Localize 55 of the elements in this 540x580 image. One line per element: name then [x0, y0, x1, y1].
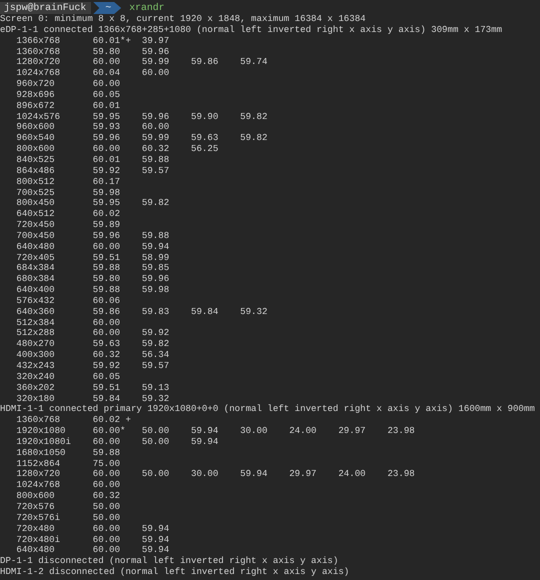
- mode-line: 720x480 60.00 59.94: [15, 524, 170, 534]
- mode-line: 320x240 60.05: [15, 372, 120, 383]
- mode-line: 928x696 60.05: [15, 90, 120, 101]
- mode-line: 960x540 59.96 59.99 59.63 59.82: [15, 133, 268, 144]
- prompt-user-host: jspw@brainFuck: [0, 2, 92, 14]
- mode-line: 1680x1050 59.88: [15, 448, 120, 459]
- mode-line: 1920x1080i 60.00 50.00 59.94: [15, 436, 218, 448]
- mode-line: 1360x768 59.80 59.96: [15, 46, 170, 58]
- prompt-path: ~: [93, 2, 122, 14]
- mode-line: 1920x1080 60.00* 50.00 59.94 30.00 24.00 29.97 23.98: [15, 426, 415, 437]
- mode-line: 1366x768 60.01*+ 39.97: [15, 36, 170, 47]
- mode-line: 800x600 60.32: [15, 491, 120, 502]
- mode-line: 864x486 59.92 59.57: [15, 166, 170, 177]
- mode-line: 432x243 59.92 59.57: [15, 361, 170, 372]
- mode-line: 960x600 59.93 60.00: [15, 122, 170, 134]
- mode-line: 640x512 60.02: [15, 209, 120, 220]
- mode-line: 1360x768 60.02 +: [15, 415, 131, 426]
- mode-line: 800x512 60.17: [15, 176, 120, 188]
- mode-line: 1152x864 75.00: [15, 458, 120, 470]
- mode-line: 360x202 59.51 59.13: [15, 382, 170, 394]
- command-text: xrandr: [129, 2, 164, 14]
- mode-line: 400x300 60.32 56.34: [15, 350, 170, 361]
- output-line: eDP-1-1 connected 1366x768+285+1080 (normal left inverted right x axis y axis) 309mm x 173mm: [0, 24, 502, 36]
- mode-line: 840x525 60.01 59.88: [15, 154, 170, 166]
- mode-line: 720x450 59.89: [15, 220, 120, 231]
- mode-line: 1280x720 60.00 59.99 59.86 59.74: [15, 57, 268, 68]
- mode-line: 896x672 60.01: [15, 100, 120, 112]
- mode-line: 640x360 59.86 59.83 59.84 59.32: [15, 306, 268, 318]
- mode-line: 700x450 59.96 59.88: [15, 230, 170, 242]
- mode-line: 512x384 60.00: [15, 318, 120, 328]
- mode-line: 800x450 59.95 59.82: [15, 198, 170, 210]
- output-line: HDMI-1-2 disconnected (normal left inverted right x axis y axis): [0, 567, 350, 578]
- mode-line: 700x525 59.98: [15, 188, 120, 198]
- mode-line: 720x480i 60.00 59.94: [15, 534, 170, 546]
- mode-line: 512x288 60.00 59.92: [15, 328, 170, 340]
- mode-line: 480x270 59.63 59.82: [15, 339, 170, 350]
- output-line: DP-1-1 disconnected (normal left inverted right x axis y axis): [0, 556, 338, 567]
- mode-line: 680x384 59.80 59.96: [15, 274, 170, 286]
- mode-line: 640x400 59.88 59.98: [15, 285, 170, 296]
- mode-line: 960x720 60.00: [15, 79, 120, 90]
- mode-line: 684x384 59.88 59.85: [15, 263, 170, 274]
- mode-line: 1024x768 60.00: [15, 480, 120, 492]
- mode-line: 1280x720 60.00 50.00 30.00 59.94 29.97 24.00 23.98: [15, 469, 415, 480]
- mode-line: 720x576 50.00: [15, 502, 120, 513]
- output-line: HDMI-1-1 connected primary 1920x1080+0+0 (normal left inverted right x axis y axis) 1600mm x 900mm: [0, 404, 535, 416]
- output-line: Screen 0: minimum 8 x 8, current 1920 x 1848, maximum 16384 x 16384: [0, 14, 366, 25]
- mode-line: 640x480 60.00 59.94: [15, 545, 170, 556]
- mode-line: 720x405 59.51 58.99: [15, 252, 170, 264]
- mode-line: 1024x768 60.04 60.00: [15, 68, 170, 80]
- mode-line: 640x480 60.00 59.94: [15, 242, 170, 253]
- mode-line: 576x432 60.06: [15, 296, 120, 307]
- mode-line: 1024x576 59.95 59.96 59.90 59.82: [15, 112, 268, 122]
- mode-line: 720x576i 50.00: [15, 512, 120, 524]
- mode-line: 800x600 60.00 60.32 56.25: [15, 144, 218, 155]
- mode-line: 320x180 59.84 59.32: [15, 394, 170, 404]
